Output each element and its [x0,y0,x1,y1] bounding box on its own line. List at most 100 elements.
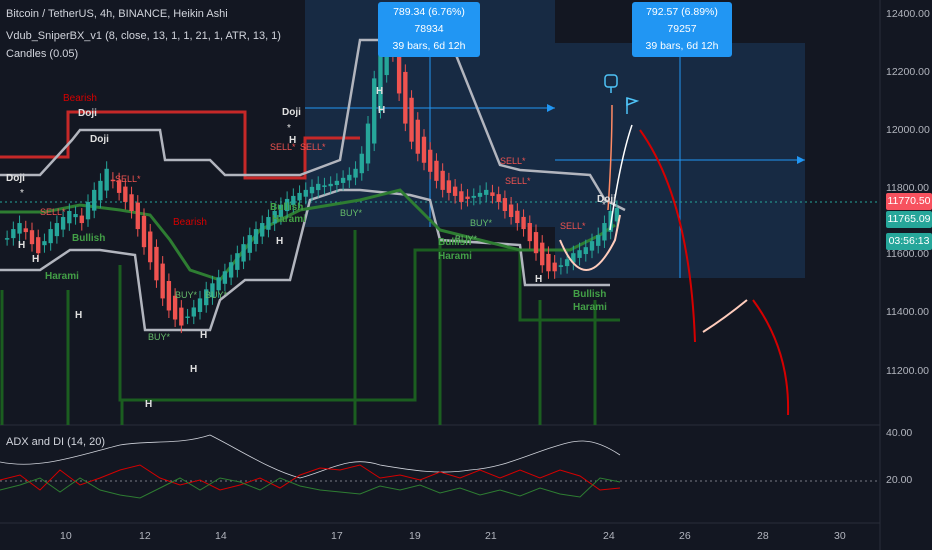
candle-body [73,214,78,218]
label-doji-3: Doji [6,173,25,184]
candle-body [496,194,501,202]
candle-body [347,174,352,181]
candle-body [48,229,53,244]
candle-body [552,262,557,272]
price-tick-11400: 11400.00 [886,306,930,318]
oscillator-legend[interactable]: ADX and DI (14, 20) [6,436,105,448]
candle-body [179,307,184,326]
candles-legend[interactable]: Candles (0.05) [6,48,78,60]
label-buy-4: BUY* [340,208,363,218]
measure-callout-2-line1: 792.57 (6.89%) 79257 [646,6,718,35]
candle-body [185,316,190,318]
price-chart[interactable]: Bearish Doji Doji Doji Doji Doji Bearish… [0,0,932,550]
candle-body [546,253,551,272]
symbol-title[interactable]: Bitcoin / TetherUS, 4h, BINANCE, Heikin … [6,8,228,20]
candle-body [148,231,153,263]
label-doji-5: Doji [597,194,616,205]
label-doji-4: Doji [282,107,301,118]
candle-body [316,183,321,191]
osc-tick-20: 20.00 [886,474,913,486]
price-tick-12400: 12400.00 [886,8,930,20]
candle-body [197,298,203,312]
candle-body [334,180,340,186]
candle-body [465,196,470,199]
second-price-tag: 11765.09 [886,211,932,228]
price-tick-11200: 11200.00 [886,365,930,377]
candle-body [253,229,259,244]
label-harami-1: Harami [45,271,79,282]
time-tick-30: 30 [834,530,846,542]
measure-callout-1[interactable]: 789.34 (6.76%) 78934 39 bars, 6d 12h [378,2,480,57]
label-h-10: H [378,105,385,116]
candle-body [589,241,595,251]
label-h-3: H [75,310,82,321]
label-harami-4: Harami [573,302,607,313]
measure-callout-2[interactable]: 792.57 (6.89%) 79257 39 bars, 6d 12h [632,2,732,57]
candle-body [508,204,514,218]
candle-body [135,202,140,230]
label-sell-5: SELL* [500,156,526,166]
price-tick-12200: 12200.00 [886,66,930,78]
candle-body [477,192,483,197]
candle-body [36,237,41,254]
label-buy-5: BUY* [470,218,493,228]
candle-body [359,153,364,174]
candle-body [452,186,458,196]
candle-body [521,216,526,230]
candle-body [540,242,545,266]
label-doji-2: Doji [90,134,109,145]
candle-body [85,201,91,220]
candle-body [154,246,159,281]
candle-body [141,215,147,248]
label-star-1: * [287,123,291,134]
candle-body [415,119,420,154]
candle-body [4,238,10,240]
candle-body [564,259,570,267]
candle-body [403,71,408,124]
candle-body [222,271,228,284]
candle-body [533,232,539,254]
candle-body [471,195,476,198]
label-h-6: H [200,330,207,341]
countdown-tag: 03:56:13 [886,233,932,250]
candle-body [160,263,165,299]
candle-body [365,123,371,164]
label-bullish-2: Bullish [270,202,303,213]
label-sell-2: SELL* [40,207,66,217]
time-tick-28: 28 [757,530,769,542]
candle-body [216,277,221,291]
candle-body [247,235,252,253]
candle-body [353,168,358,178]
indicator-legend[interactable]: Vdub_SniperBX_v1 (8, close, 13, 1, 1, 21… [6,30,281,42]
label-sell-6: SELL* [505,176,531,186]
candle-body [241,244,246,262]
label-bearish-2: Bearish [173,217,207,228]
label-sell-1: SELL* [115,174,141,184]
label-h-7: H [276,236,283,247]
price-tick-12000: 12000.00 [886,124,930,136]
candle-body [79,215,84,224]
candle-body [17,223,22,234]
label-buy-1: BUY* [175,290,198,300]
time-tick-26: 26 [679,530,691,542]
time-tick-10: 10 [60,530,72,542]
time-tick-14: 14 [215,530,227,542]
time-tick-19: 19 [409,530,421,542]
label-h-8: H [289,135,296,146]
candle-body [515,210,520,224]
candle-body [409,97,414,142]
label-bullish-3: Bullish [438,237,471,248]
candle-body [502,198,508,211]
label-star-2: * [602,200,606,211]
candle-body [459,191,464,202]
label-h-4: H [145,399,152,410]
candle-body [602,223,607,241]
candle-body [490,192,495,196]
candle-body [421,136,427,163]
measure-callout-2-line2: 39 bars, 6d 12h [645,40,719,52]
label-h-2: H [32,254,39,265]
candle-body [123,186,128,202]
candle-body [23,228,28,233]
candle-body [260,223,265,237]
last-price-tag: 11770.50 [886,193,932,210]
